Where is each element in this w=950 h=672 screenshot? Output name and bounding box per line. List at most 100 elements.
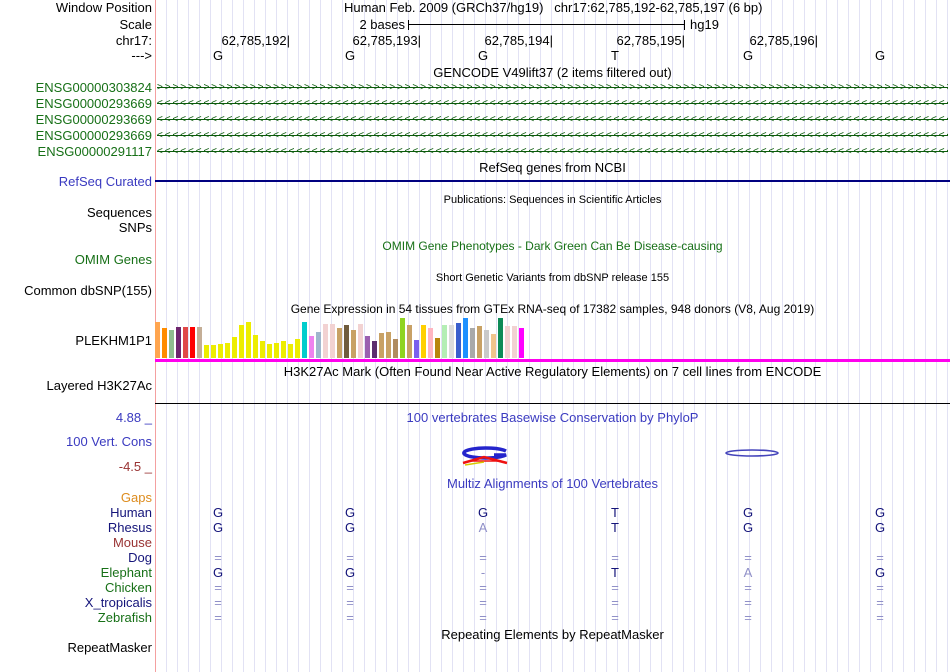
track-label-refseq-curated[interactable]: RefSeq Curated [0,175,152,189]
gtex-expression-bar[interactable] [372,341,377,358]
gtex-expression-bar[interactable] [351,330,356,358]
alignment-cell: = [214,610,222,625]
gtex-expression-bar[interactable] [365,336,370,358]
gtex-expression-bar[interactable] [498,318,503,358]
multiz-species-label[interactable]: Chicken [0,581,152,595]
multiz-species-label[interactable]: X_tropicalis [0,596,152,610]
assembly-name: Human Feb. 2009 (GRCh37/hg19) [344,0,544,15]
gtex-expression-bar[interactable] [407,325,412,358]
gene-row-arrows[interactable]: <<<<<<<<<<<<<<<<<<<<<<<<<<<<<<<<<<<<<<<<… [157,97,948,111]
gtex-expression-bar[interactable] [526,328,531,358]
alignment-cell: G [344,565,356,580]
coordinate-label: 62,785,196| [749,33,818,48]
multiz-species-label[interactable]: Mouse [0,536,152,550]
gtex-expression-bar[interactable] [337,328,342,358]
gtex-expression-bar[interactable] [316,332,321,358]
track-label-phylop[interactable]: 100 Vert. Cons [0,435,152,449]
gtex-expression-bar[interactable] [155,322,160,358]
gtex-expression-bar[interactable] [400,318,405,358]
gtex-expression-bar[interactable] [484,330,489,358]
gtex-expression-bar[interactable] [393,339,398,358]
gtex-expression-bar[interactable] [414,340,419,358]
gtex-expression-bar[interactable] [190,327,195,358]
gtex-expression-bar[interactable] [260,341,265,358]
gtex-expression-bar[interactable] [330,324,335,358]
track-label-omim-genes[interactable]: OMIM Genes [0,253,152,267]
coordinate-label: 62,785,193| [352,33,421,48]
assembly-position-title: Human Feb. 2009 (GRCh37/hg19) chr17:62,7… [344,1,762,15]
gene-label[interactable]: ENSG00000293669 [0,129,152,143]
refseq-curated-item[interactable] [155,180,950,182]
track-label-dbsnp[interactable]: Common dbSNP(155) [0,284,152,298]
gtex-expression-bar[interactable] [183,327,188,358]
gtex-expression-bar[interactable] [358,324,363,358]
gtex-expression-bar[interactable] [162,328,167,358]
gtex-expression-bar[interactable] [477,326,482,358]
track-label-h3k27ac[interactable]: Layered H3K27Ac [0,379,152,393]
alignment-cell: = [876,580,884,595]
gtex-expression-bar[interactable] [309,336,314,358]
gtex-expression-bar[interactable] [281,341,286,358]
track-label-gtex-gene[interactable]: PLEKHM1P1 [0,334,152,348]
alignment-cell: A [478,520,488,535]
track-title-omim: OMIM Gene Phenotypes - Dark Green Can Be… [382,239,723,253]
alignment-cell: G [477,505,489,520]
gtex-expression-bar[interactable] [491,334,496,358]
gtex-expression-bar[interactable] [428,328,433,358]
multiz-species-label[interactable]: Human [0,506,152,520]
alignment-cell: = [479,610,487,625]
gene-label[interactable]: ENSG00000293669 [0,97,152,111]
multiz-species-label[interactable]: Zebrafish [0,611,152,625]
gtex-expression-bar[interactable] [274,343,279,358]
gene-label[interactable]: ENSG00000293669 [0,113,152,127]
alignment-cell: = [876,595,884,610]
gtex-expression-bar[interactable] [421,325,426,358]
gtex-expression-bar[interactable] [288,344,293,358]
gene-row-arrows[interactable]: <<<<<<<<<<<<<<<<<<<<<<<<<<<<<<<<<<<<<<<<… [157,129,948,143]
gtex-baseline [155,359,950,362]
track-label-gaps[interactable]: Gaps [0,491,152,505]
gtex-expression-bar[interactable] [344,325,349,358]
multiz-species-label[interactable]: Dog [0,551,152,565]
gtex-expression-bar[interactable] [197,327,202,358]
gtex-expression-bar[interactable] [204,345,209,358]
gtex-expression-bar[interactable] [442,325,447,358]
gtex-expression-bar[interactable] [386,332,391,358]
gene-row-arrows[interactable]: <<<<<<<<<<<<<<<<<<<<<<<<<<<<<<<<<<<<<<<<… [157,145,948,159]
phylop-min-tick: -4.5 _ [118,459,152,474]
gtex-expression-bar[interactable] [225,343,230,358]
gtex-expression-bar[interactable] [218,344,223,358]
gtex-expression-bar[interactable] [323,324,328,358]
gene-label[interactable]: ENSG00000303824 [0,81,152,95]
track-label-repeatmasker[interactable]: RepeatMasker [0,641,152,655]
base-letter: G [742,48,754,63]
gene-label[interactable]: ENSG00000291117 [0,145,152,159]
gtex-expression-bar[interactable] [435,338,440,358]
gtex-expression-bar[interactable] [505,326,510,358]
gtex-expression-bar[interactable] [232,337,237,358]
multiz-species-label[interactable]: Elephant [0,566,152,580]
gtex-expression-bar[interactable] [211,345,216,358]
gtex-expression-bar[interactable] [239,325,244,358]
gtex-expression-bar[interactable] [379,333,384,358]
gtex-expression-bar[interactable] [519,328,524,358]
gene-row-arrows[interactable]: >>>>>>>>>>>>>>>>>>>>>>>>>>>>>>>>>>>>>>>>… [157,81,948,95]
track-label-snps[interactable]: SNPs [0,221,152,235]
alignment-cell: G [742,505,754,520]
gtex-expression-bar[interactable] [176,327,181,358]
gtex-expression-bar[interactable] [456,323,461,358]
gtex-expression-bar[interactable] [246,322,251,358]
multiz-species-label[interactable]: Rhesus [0,521,152,535]
gene-row-arrows[interactable]: <<<<<<<<<<<<<<<<<<<<<<<<<<<<<<<<<<<<<<<<… [157,113,948,127]
gtex-expression-bar[interactable] [512,326,517,358]
gtex-expression-bar[interactable] [470,328,475,358]
gtex-expression-bar[interactable] [253,335,258,358]
track-label-sequences[interactable]: Sequences [0,206,152,220]
gtex-expression-bar[interactable] [267,344,272,358]
gtex-expression-bar[interactable] [449,325,454,358]
gtex-expression-bar[interactable] [463,318,468,358]
gtex-expression-bar[interactable] [302,322,307,358]
base-letter: G [344,48,356,63]
gtex-expression-bar[interactable] [295,339,300,358]
gtex-expression-bar[interactable] [169,330,174,358]
